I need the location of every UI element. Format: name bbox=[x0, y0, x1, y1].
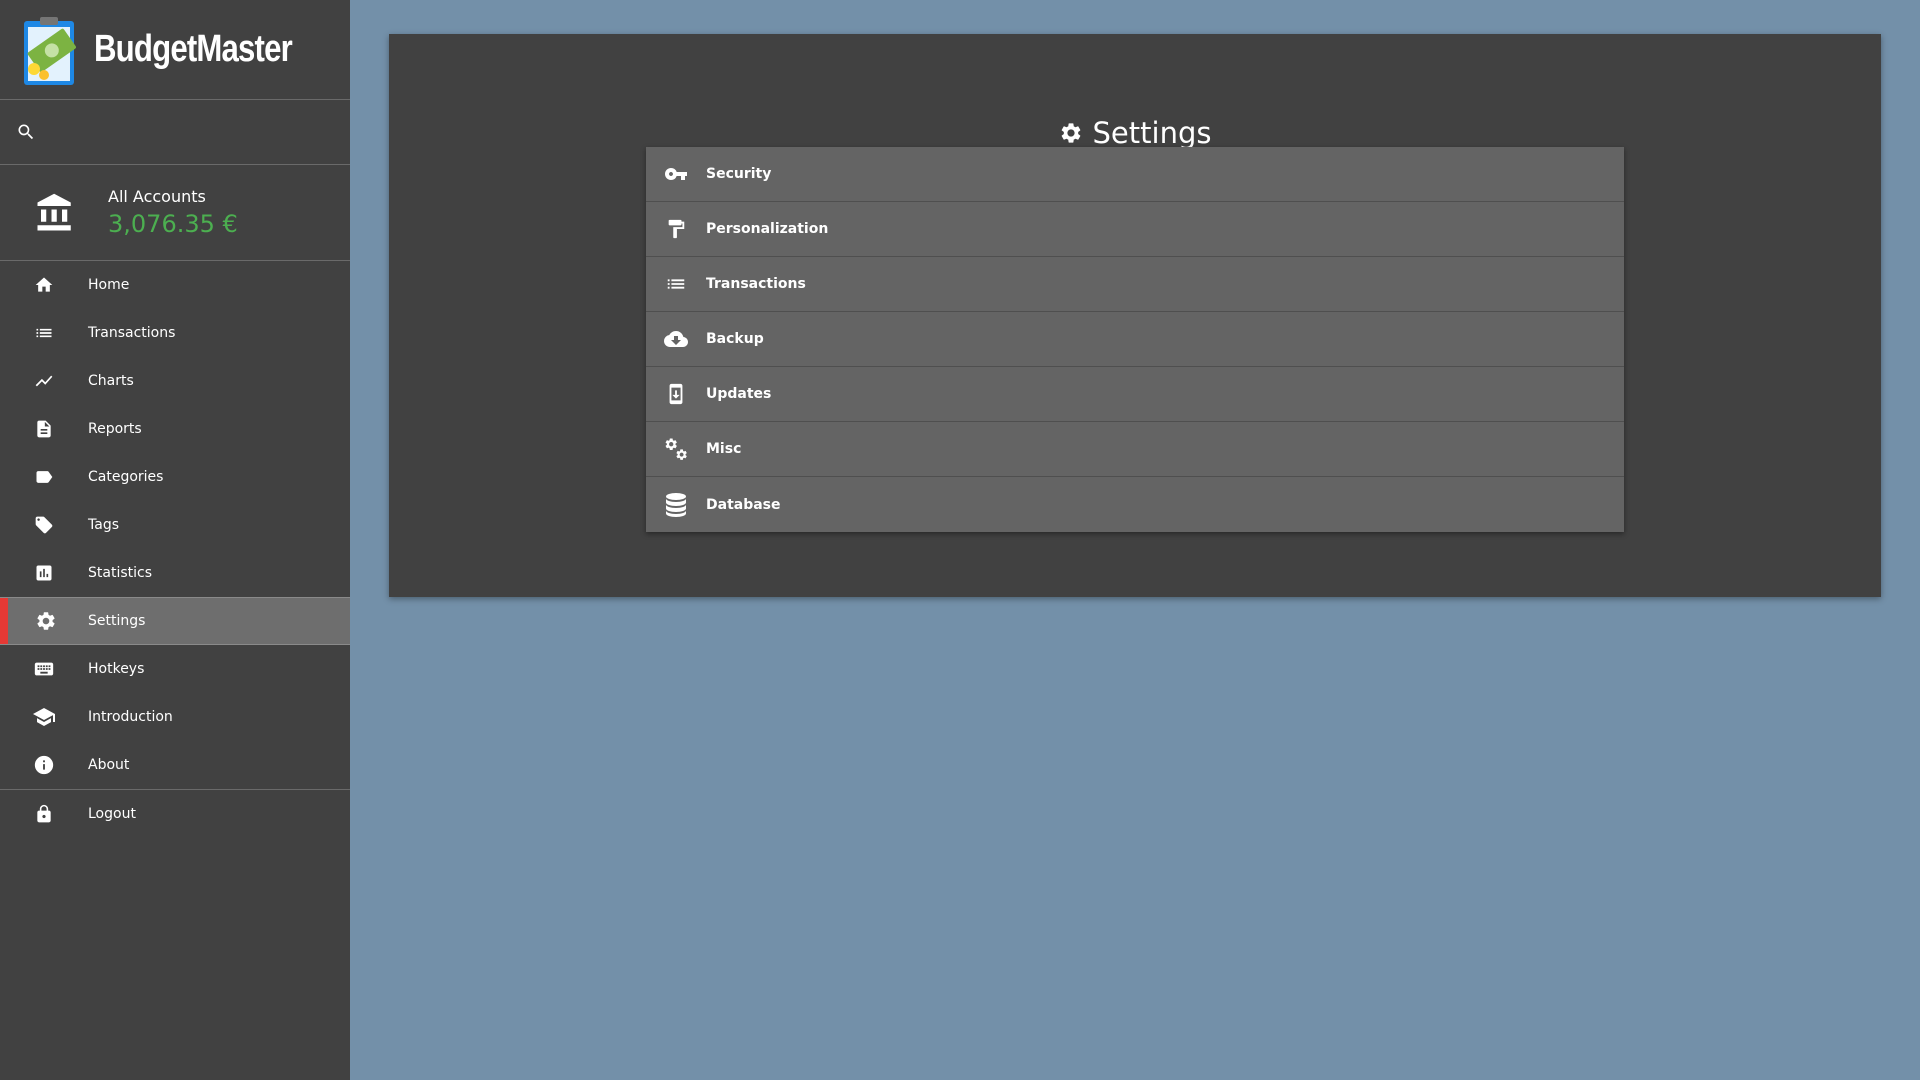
sidebar-item-statistics[interactable]: Statistics bbox=[0, 549, 350, 597]
tag-icon bbox=[32, 513, 56, 537]
database-icon bbox=[664, 492, 688, 517]
sidebar-item-introduction[interactable]: Introduction bbox=[0, 693, 350, 741]
gear-icon bbox=[34, 609, 58, 633]
sidebar-item-about[interactable]: About bbox=[0, 741, 350, 789]
system-update-icon bbox=[664, 382, 688, 406]
page-title-text: Settings bbox=[1092, 116, 1212, 150]
sidebar-item-label: Introduction bbox=[88, 709, 173, 725]
paint-roller-icon bbox=[664, 217, 688, 241]
sidebar-item-home[interactable]: Home bbox=[0, 261, 350, 309]
sidebar-item-hotkeys[interactable]: Hotkeys bbox=[0, 645, 350, 693]
account-selector[interactable]: All Accounts 3,076.35 € bbox=[0, 165, 350, 261]
settings-item-security[interactable]: Security bbox=[646, 147, 1624, 202]
settings-item-personalization[interactable]: Personalization bbox=[646, 202, 1624, 257]
sidebar-item-label: Transactions bbox=[88, 325, 176, 341]
list-icon bbox=[664, 272, 688, 296]
budgetmaster-logo-icon bbox=[20, 11, 82, 89]
account-name: All Accounts bbox=[108, 187, 206, 206]
bank-icon bbox=[34, 192, 76, 234]
sidebar-item-label: Logout bbox=[88, 806, 136, 822]
sidebar-item-charts[interactable]: Charts bbox=[0, 357, 350, 405]
sidebar-item-label: About bbox=[88, 757, 130, 773]
sidebar-item-label: Reports bbox=[88, 421, 142, 437]
app-logo[interactable]: BudgetMaster bbox=[0, 0, 350, 100]
settings-item-label: Updates bbox=[706, 386, 772, 402]
sidebar-item-reports[interactable]: Reports bbox=[0, 405, 350, 453]
sidebar-item-label: Charts bbox=[88, 373, 134, 389]
settings-item-label: Transactions bbox=[706, 276, 806, 292]
sidebar-item-settings[interactable]: Settings bbox=[0, 597, 350, 645]
app-name: BudgetMaster bbox=[94, 28, 293, 70]
document-icon bbox=[32, 417, 56, 441]
trending-icon bbox=[32, 369, 56, 393]
settings-item-label: Backup bbox=[706, 331, 764, 347]
settings-item-updates[interactable]: Updates bbox=[646, 367, 1624, 422]
account-balance: 3,076.35 € bbox=[108, 210, 238, 238]
keyboard-icon bbox=[32, 657, 56, 681]
search-icon[interactable] bbox=[16, 122, 36, 142]
search-bar[interactable] bbox=[0, 100, 350, 165]
sidebar-item-label: Settings bbox=[88, 613, 146, 629]
settings-item-database[interactable]: Database bbox=[646, 477, 1624, 532]
cloud-download-icon bbox=[664, 327, 688, 351]
gear-icon bbox=[1059, 121, 1083, 145]
sidebar-item-label: Statistics bbox=[88, 565, 152, 581]
settings-item-label: Misc bbox=[706, 441, 742, 457]
sidebar-item-label: Tags bbox=[88, 517, 119, 533]
settings-item-label: Personalization bbox=[706, 221, 829, 237]
settings-item-misc[interactable]: Misc bbox=[646, 422, 1624, 477]
gears-icon bbox=[664, 437, 688, 461]
home-icon bbox=[32, 273, 56, 297]
bar-chart-icon bbox=[32, 561, 56, 585]
sidebar-item-logout[interactable]: Logout bbox=[0, 790, 350, 838]
settings-item-label: Security bbox=[706, 166, 772, 182]
info-icon bbox=[32, 753, 56, 777]
settings-card: Settings Security Personalization Transa… bbox=[389, 34, 1881, 597]
sidebar-item-categories[interactable]: Categories bbox=[0, 453, 350, 501]
sidebar-item-label: Home bbox=[88, 277, 130, 293]
page-title: Settings bbox=[389, 116, 1881, 150]
lock-icon bbox=[32, 802, 56, 826]
settings-item-backup[interactable]: Backup bbox=[646, 312, 1624, 367]
key-icon bbox=[664, 162, 688, 186]
settings-item-transactions[interactable]: Transactions bbox=[646, 257, 1624, 312]
sidebar-item-label: Hotkeys bbox=[88, 661, 145, 677]
sidebar-item-tags[interactable]: Tags bbox=[0, 501, 350, 549]
school-icon bbox=[32, 705, 56, 729]
label-icon bbox=[32, 465, 56, 489]
settings-list: Security Personalization Transactions Ba… bbox=[646, 147, 1624, 532]
sidebar: BudgetMaster All Accounts 3,076.35 € Hom… bbox=[0, 0, 350, 1080]
sidebar-nav: Home Transactions Charts Reports Categor… bbox=[0, 261, 350, 838]
sidebar-item-transactions[interactable]: Transactions bbox=[0, 309, 350, 357]
settings-item-label: Database bbox=[706, 496, 781, 513]
list-icon bbox=[32, 321, 56, 345]
sidebar-item-label: Categories bbox=[88, 469, 164, 485]
